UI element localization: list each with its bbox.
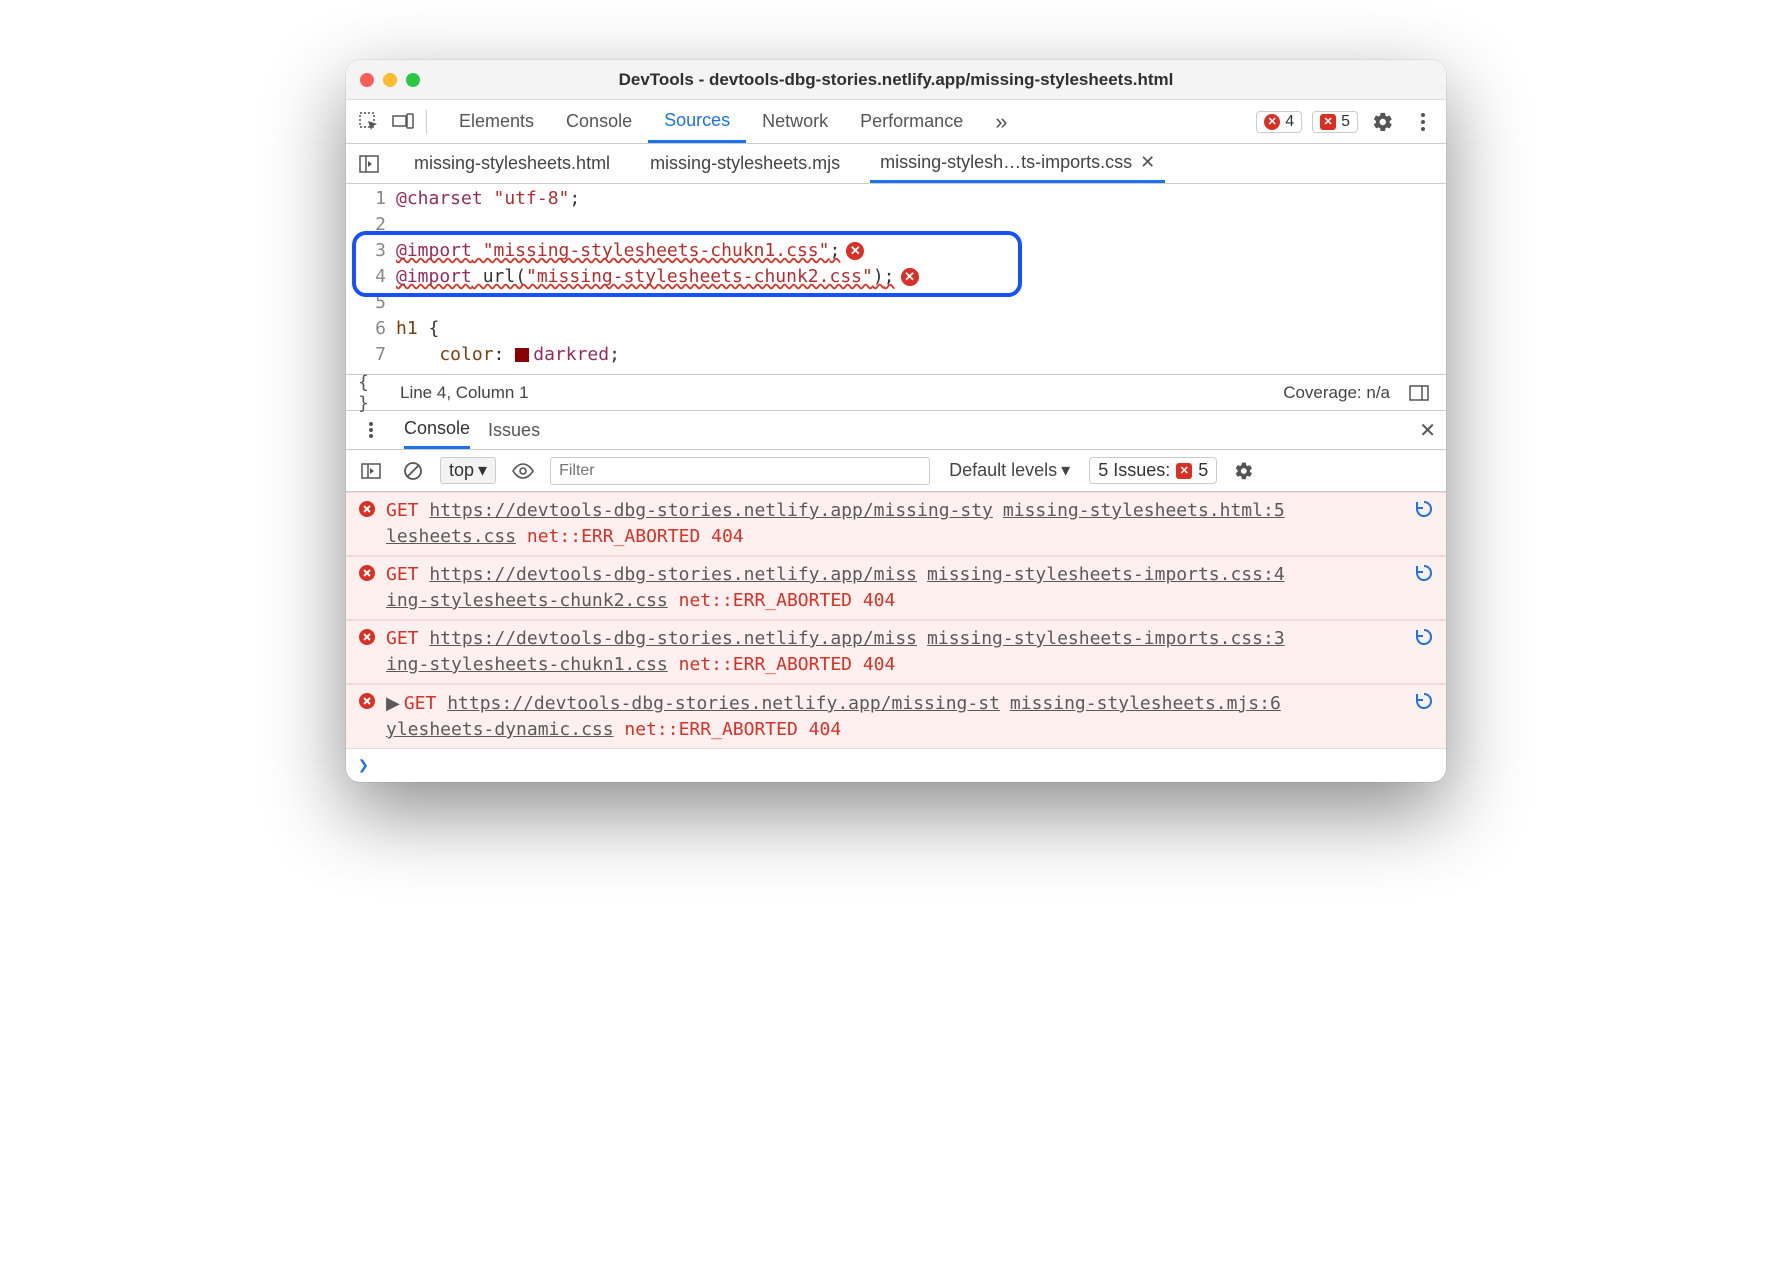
clear-console-icon[interactable] bbox=[398, 456, 428, 486]
file-tab-2[interactable]: missing-stylesh…ts-imports.css ✕ bbox=[870, 144, 1165, 183]
close-drawer-icon[interactable]: ✕ bbox=[1419, 418, 1436, 443]
errors-count: 4 bbox=[1285, 113, 1294, 131]
tab-performance[interactable]: Performance bbox=[844, 100, 979, 143]
console-settings-gear-icon[interactable] bbox=[1229, 456, 1259, 486]
message-body: GET https://devtools-dbg-stories.netlify… bbox=[386, 562, 1434, 614]
tab-network[interactable]: Network bbox=[746, 100, 844, 143]
error-icon[interactable]: ✕ bbox=[846, 242, 864, 260]
drawer-tabs: Console Issues ✕ bbox=[346, 410, 1446, 450]
console-filter-input[interactable] bbox=[550, 457, 930, 485]
main-toolbar: Elements Console Sources Network Perform… bbox=[346, 100, 1446, 144]
sidebar-toggle-icon[interactable] bbox=[1404, 378, 1434, 408]
message-body: GET https://devtools-dbg-stories.netlify… bbox=[386, 626, 1434, 678]
window-title: DevTools - devtools-dbg-stories.netlify.… bbox=[346, 70, 1446, 90]
line-gutter: 1234567 bbox=[346, 184, 396, 370]
drawer-tab-issues[interactable]: Issues bbox=[488, 411, 540, 449]
console-sidebar-toggle-icon[interactable] bbox=[356, 456, 386, 486]
console-error-row[interactable]: GET https://devtools-dbg-stories.netlify… bbox=[346, 492, 1446, 556]
file-tab-label: missing-stylesheets.mjs bbox=[650, 153, 840, 174]
code-content: @charset "utf-8"; @import "missing-style… bbox=[396, 184, 1446, 370]
color-swatch-icon[interactable] bbox=[515, 348, 529, 362]
chevron-down-icon: ▾ bbox=[1061, 460, 1070, 481]
issues-count: 5 bbox=[1198, 460, 1208, 481]
device-toolbar-icon[interactable] bbox=[388, 107, 418, 137]
file-tab-1[interactable]: missing-stylesheets.mjs bbox=[640, 144, 850, 183]
cursor-position: Line 4, Column 1 bbox=[400, 383, 529, 403]
format-braces-icon[interactable]: { } bbox=[358, 378, 388, 408]
drawer-tab-console[interactable]: Console bbox=[404, 411, 470, 449]
console-error-row[interactable]: GET https://devtools-dbg-stories.netlify… bbox=[346, 620, 1446, 684]
close-window-icon[interactable] bbox=[360, 73, 374, 87]
console-error-row[interactable]: ▶GET https://devtools-dbg-stories.netlif… bbox=[346, 684, 1446, 749]
message-source-link[interactable]: missing-stylesheets.mjs:6 bbox=[1010, 693, 1281, 714]
console-prompt[interactable]: ❯ bbox=[346, 749, 1446, 782]
message-source-link[interactable]: missing-stylesheets.html:5 bbox=[1003, 500, 1285, 521]
console-toolbar: top ▾ Default levels ▾ 5 Issues: ✕ 5 bbox=[346, 450, 1446, 492]
code-editor[interactable]: 1234567 @charset "utf-8"; @import "missi… bbox=[346, 184, 1446, 374]
message-body: GET https://devtools-dbg-stories.netlify… bbox=[386, 498, 1434, 550]
issues-badge[interactable]: ✕ 5 bbox=[1312, 111, 1358, 133]
console-messages: GET https://devtools-dbg-stories.netlify… bbox=[346, 492, 1446, 749]
issues-button[interactable]: 5 Issues: ✕ 5 bbox=[1089, 457, 1217, 484]
tab-elements[interactable]: Elements bbox=[443, 100, 550, 143]
issues-count: 5 bbox=[1341, 113, 1350, 131]
file-tab-0[interactable]: missing-stylesheets.html bbox=[404, 144, 620, 183]
issues-label: 5 Issues: bbox=[1098, 460, 1170, 481]
log-levels-selector[interactable]: Default levels ▾ bbox=[942, 457, 1077, 484]
expand-triangle-icon[interactable]: ▶ bbox=[386, 693, 400, 713]
coverage-status: Coverage: n/a bbox=[1283, 383, 1390, 403]
message-source-link[interactable]: missing-stylesheets-imports.css:3 bbox=[927, 628, 1285, 649]
error-icon bbox=[358, 564, 376, 582]
context-selector[interactable]: top ▾ bbox=[440, 457, 496, 484]
panel-tabs: Elements Console Sources Network Perform… bbox=[443, 100, 1023, 143]
issue-icon: ✕ bbox=[1320, 114, 1336, 130]
error-icon bbox=[358, 692, 376, 710]
file-tab-label: missing-stylesheets.html bbox=[414, 153, 610, 174]
inspect-element-icon[interactable] bbox=[354, 107, 384, 137]
titlebar: DevTools - devtools-dbg-stories.netlify.… bbox=[346, 60, 1446, 100]
context-label: top bbox=[449, 460, 474, 481]
reload-icon[interactable] bbox=[1414, 563, 1434, 583]
tab-console[interactable]: Console bbox=[550, 100, 648, 143]
console-error-row[interactable]: GET https://devtools-dbg-stories.netlify… bbox=[346, 556, 1446, 620]
message-source-link[interactable]: missing-stylesheets-imports.css:4 bbox=[927, 564, 1285, 585]
issue-icon: ✕ bbox=[1176, 463, 1192, 479]
error-icon[interactable]: ✕ bbox=[901, 268, 919, 286]
error-icon bbox=[358, 500, 376, 518]
live-expression-eye-icon[interactable] bbox=[508, 456, 538, 486]
chevron-down-icon: ▾ bbox=[478, 460, 487, 481]
window-controls bbox=[360, 73, 420, 87]
error-icon bbox=[358, 628, 376, 646]
settings-gear-icon[interactable] bbox=[1368, 107, 1398, 137]
levels-label: Default levels bbox=[949, 460, 1057, 481]
reload-icon[interactable] bbox=[1414, 627, 1434, 647]
devtools-window: DevTools - devtools-dbg-stories.netlify.… bbox=[346, 60, 1446, 782]
file-tabs: missing-stylesheets.html missing-stylesh… bbox=[346, 144, 1446, 184]
message-body: ▶GET https://devtools-dbg-stories.netlif… bbox=[386, 690, 1434, 743]
navigator-toggle-icon[interactable] bbox=[354, 149, 384, 179]
zoom-window-icon[interactable] bbox=[406, 73, 420, 87]
errors-badge[interactable]: ✕ 4 bbox=[1256, 111, 1302, 133]
file-tab-label: missing-stylesh…ts-imports.css bbox=[880, 152, 1132, 173]
close-tab-icon[interactable]: ✕ bbox=[1140, 152, 1155, 173]
kebab-menu-icon[interactable] bbox=[1408, 107, 1438, 137]
reload-icon[interactable] bbox=[1414, 691, 1434, 711]
minimize-window-icon[interactable] bbox=[383, 73, 397, 87]
error-icon: ✕ bbox=[1264, 114, 1280, 130]
more-tabs-icon[interactable]: » bbox=[979, 100, 1023, 143]
tab-sources[interactable]: Sources bbox=[648, 100, 746, 143]
reload-icon[interactable] bbox=[1414, 499, 1434, 519]
editor-statusbar: { } Line 4, Column 1 Coverage: n/a bbox=[346, 374, 1446, 410]
drawer-kebab-icon[interactable] bbox=[356, 415, 386, 445]
